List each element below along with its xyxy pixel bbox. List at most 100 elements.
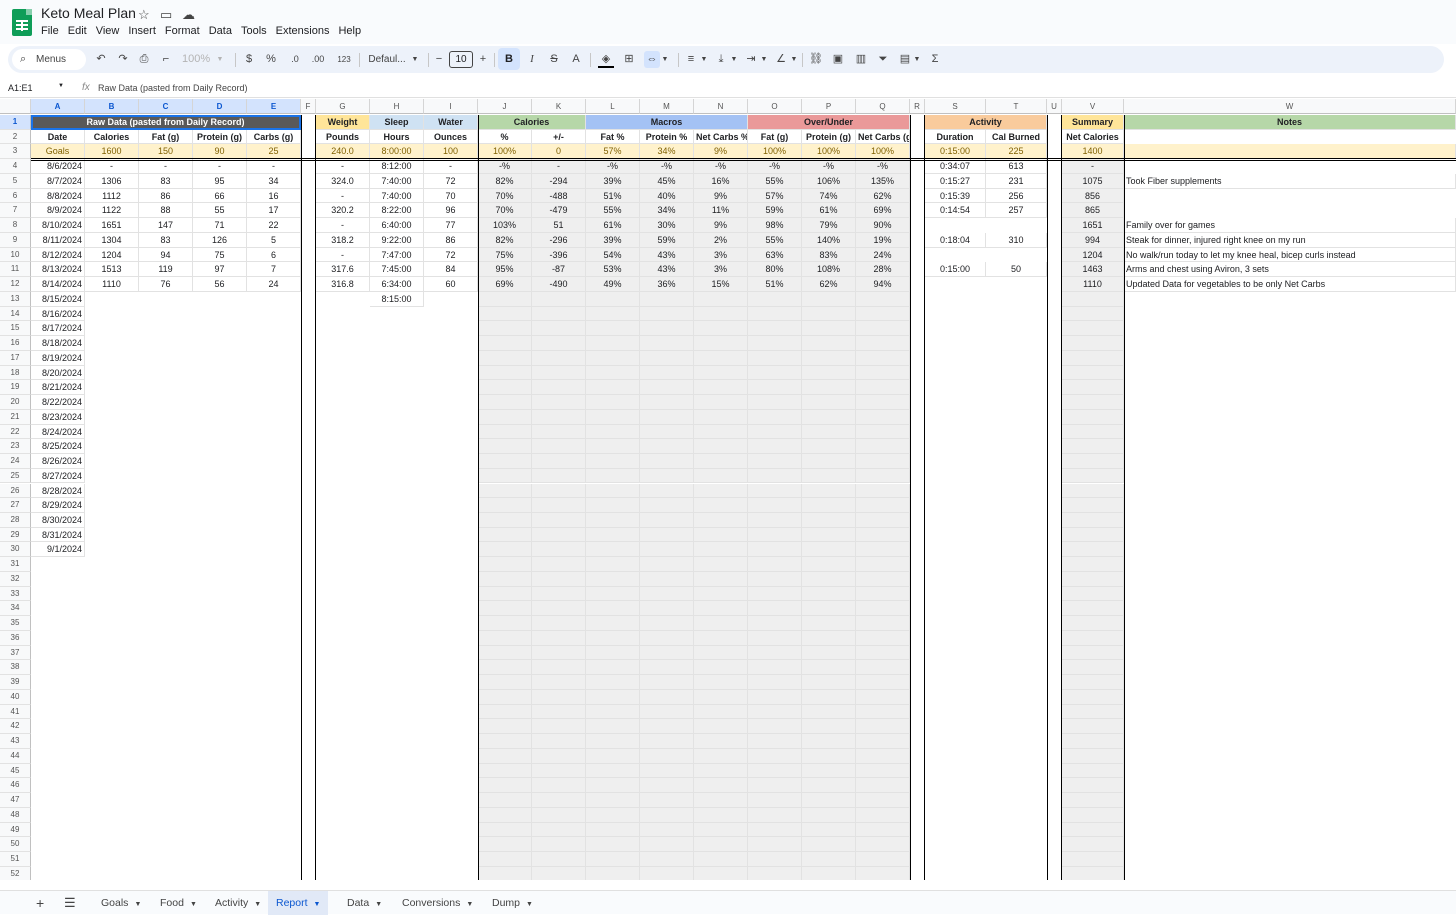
redo-icon[interactable]: ↷	[116, 51, 130, 68]
shaded-cell[interactable]	[586, 734, 640, 749]
text-rotation-icon[interactable]: ∠	[774, 51, 788, 68]
row-header[interactable]: 4	[0, 159, 31, 174]
shaded-cell[interactable]	[856, 380, 910, 396]
data-cell[interactable]: 51%	[586, 188, 640, 204]
chevron-down-icon[interactable]: ▼	[254, 901, 261, 908]
shaded-cell[interactable]	[802, 793, 856, 808]
column-label[interactable]: Net Carbs %	[694, 129, 748, 145]
shaded-cell[interactable]	[748, 380, 802, 396]
row-header[interactable]: 51	[0, 852, 31, 867]
shaded-cell[interactable]	[586, 837, 640, 852]
data-cell[interactable]: 59%	[640, 232, 694, 248]
row-header[interactable]: 28	[0, 512, 31, 528]
shaded-cell[interactable]	[802, 291, 856, 307]
shaded-cell[interactable]	[640, 616, 694, 631]
shaded-cell[interactable]	[1062, 660, 1124, 676]
text-color-button[interactable]: A	[570, 51, 582, 68]
shaded-cell[interactable]	[586, 645, 640, 661]
data-cell[interactable]: -	[85, 159, 139, 174]
font-select[interactable]: Defaul...	[364, 51, 410, 68]
shaded-cell[interactable]	[478, 336, 532, 351]
column-label[interactable]: Net Carbs (g)	[856, 129, 910, 145]
data-cell[interactable]: -%	[802, 159, 856, 174]
text-wrapping-icon[interactable]: ⇥	[744, 51, 758, 68]
shaded-cell[interactable]	[478, 793, 532, 808]
data-cell[interactable]: 6:40:00	[370, 218, 424, 233]
shaded-cell[interactable]	[748, 395, 802, 410]
data-cell[interactable]: 8:15:00	[370, 291, 424, 307]
data-cell[interactable]: 82%	[478, 232, 532, 248]
shaded-cell[interactable]	[1062, 601, 1124, 617]
shaded-cell[interactable]	[586, 365, 640, 381]
move-folder-icon[interactable]: ▭	[160, 7, 172, 23]
shaded-cell[interactable]	[640, 793, 694, 808]
shaded-cell[interactable]	[694, 822, 748, 838]
column-label[interactable]: +/-	[532, 129, 586, 145]
column-label[interactable]: Duration	[925, 129, 986, 145]
group-header-macros[interactable]: Macros	[586, 115, 748, 130]
shaded-cell[interactable]	[856, 763, 910, 779]
row-header[interactable]: 50	[0, 837, 31, 852]
shaded-cell[interactable]	[694, 542, 748, 558]
data-cell[interactable]: 1112	[85, 188, 139, 204]
shaded-cell[interactable]	[802, 704, 856, 720]
shaded-cell[interactable]	[856, 866, 910, 880]
column-label[interactable]: Fat (g)	[139, 129, 193, 145]
shaded-cell[interactable]	[694, 660, 748, 676]
insert-chart-icon[interactable]: ▥	[853, 51, 869, 68]
shaded-cell[interactable]	[640, 306, 694, 322]
goal-cell[interactable]: 240.0	[316, 144, 370, 160]
shaded-cell[interactable]	[532, 409, 586, 425]
date-cell[interactable]: 8/22/2024	[31, 395, 85, 410]
shaded-cell[interactable]	[586, 424, 640, 440]
row-header[interactable]: 10	[0, 247, 31, 263]
data-cell[interactable]: 613	[986, 159, 1047, 174]
shaded-cell[interactable]	[478, 866, 532, 880]
shaded-cell[interactable]	[748, 763, 802, 779]
shaded-cell[interactable]	[532, 866, 586, 880]
date-cell[interactable]: 8/30/2024	[31, 512, 85, 528]
shaded-cell[interactable]	[856, 454, 910, 469]
row-header[interactable]: 35	[0, 616, 31, 631]
shaded-cell[interactable]	[802, 454, 856, 469]
shaded-cell[interactable]	[640, 660, 694, 676]
insert-link-icon[interactable]: ⛓	[808, 51, 824, 68]
data-cell[interactable]: 7:47:00	[370, 247, 424, 263]
data-cell[interactable]: 70%	[478, 203, 532, 219]
shaded-cell[interactable]	[856, 689, 910, 705]
date-cell[interactable]: 8/7/2024	[31, 173, 85, 189]
shaded-cell[interactable]	[1062, 793, 1124, 808]
shaded-cell[interactable]	[1062, 306, 1124, 322]
shaded-cell[interactable]	[532, 616, 586, 631]
shaded-cell[interactable]	[802, 675, 856, 690]
shaded-cell[interactable]	[640, 365, 694, 381]
row-header[interactable]: 23	[0, 439, 31, 454]
shaded-cell[interactable]	[802, 763, 856, 779]
data-cell[interactable]: 9%	[694, 218, 748, 233]
shaded-cell[interactable]	[1062, 616, 1124, 631]
shaded-cell[interactable]	[532, 630, 586, 646]
select-all-corner[interactable]	[0, 99, 31, 114]
bold-button[interactable]: B	[498, 48, 520, 70]
shaded-cell[interactable]	[856, 483, 910, 499]
shaded-cell[interactable]	[748, 468, 802, 484]
row-header[interactable]: 26	[0, 483, 31, 499]
data-cell[interactable]: 62%	[802, 277, 856, 292]
shaded-cell[interactable]	[748, 734, 802, 749]
horizontal-align-icon[interactable]: ≡	[684, 51, 698, 68]
shaded-cell[interactable]	[1062, 454, 1124, 469]
data-cell[interactable]: 1204	[85, 247, 139, 263]
date-cell[interactable]: 8/9/2024	[31, 203, 85, 219]
shaded-cell[interactable]	[694, 704, 748, 720]
shaded-cell[interactable]	[478, 660, 532, 676]
row-header[interactable]: 33	[0, 586, 31, 602]
shaded-cell[interactable]	[802, 542, 856, 558]
data-cell[interactable]: 50	[986, 262, 1047, 278]
data-cell[interactable]: 0:15:00	[925, 262, 986, 278]
data-cell[interactable]: 317.6	[316, 262, 370, 278]
goal-cell[interactable]: 100%	[478, 144, 532, 160]
shaded-cell[interactable]	[748, 409, 802, 425]
data-cell[interactable]: 55%	[586, 203, 640, 219]
column-label[interactable]: Carbs (g)	[247, 129, 301, 145]
shaded-cell[interactable]	[802, 557, 856, 572]
